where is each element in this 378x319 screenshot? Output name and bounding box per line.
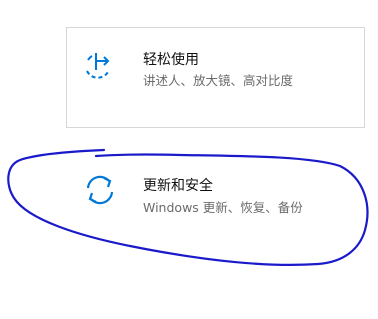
- tile-description: Windows 更新、恢复、备份: [143, 200, 303, 215]
- tile-title: 更新和安全: [143, 178, 213, 194]
- settings-home: 轻松使用 讲述人、放大镜、高对比度 更新和安全 Windows 更新、恢复、备份: [0, 0, 378, 319]
- settings-tile-ease-of-access[interactable]: 轻松使用 讲述人、放大镜、高对比度: [66, 27, 365, 128]
- tile-title: 轻松使用: [143, 52, 199, 68]
- tile-description: 讲述人、放大镜、高对比度: [143, 73, 294, 88]
- settings-tile-update-and-security[interactable]: 更新和安全 Windows 更新、恢复、备份: [66, 160, 365, 246]
- ease-of-access-icon: [79, 48, 115, 84]
- sync-update-icon: [82, 172, 118, 208]
